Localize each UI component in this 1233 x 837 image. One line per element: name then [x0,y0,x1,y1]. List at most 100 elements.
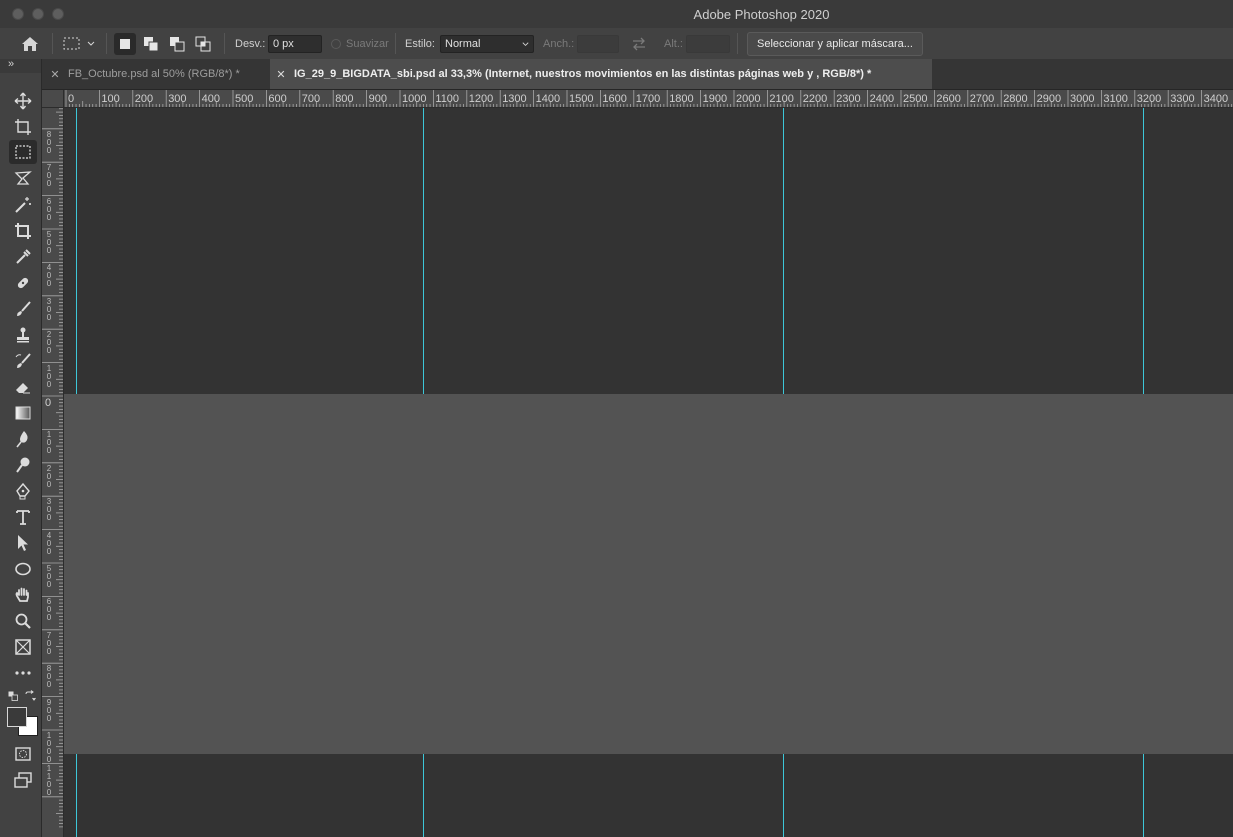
clone-stamp-tool[interactable] [9,323,37,347]
move-icon [14,92,32,110]
ruler-label: 100 [46,430,52,456]
document-tab-ig-bigdata[interactable]: ✕ IG_29_9_BIGDATA_sbi.psd al 33,3% (Inte… [270,59,932,89]
frame-tool[interactable] [9,635,37,659]
ruler-label: 2300 [836,93,861,105]
crop-tool[interactable] [9,219,37,243]
close-tab-icon[interactable]: ✕ [48,68,62,81]
ruler-label: 900 [46,697,52,723]
ruler-label: 3300 [1170,93,1195,105]
ruler-label: 700 [301,93,321,105]
healing-brush-tool[interactable] [9,271,37,295]
feather-label: Desv.: [235,37,266,50]
ruler-label: 200 [134,93,154,105]
lasso-icon [14,171,32,185]
pen-tool[interactable] [9,479,37,503]
width-label: Anch.: [543,37,575,50]
ruler-label: 400 [201,93,220,105]
ruler-label: 2900 [1036,93,1062,105]
lasso-tool[interactable] [9,166,37,190]
type-tool[interactable] [9,505,37,529]
guide-line[interactable] [1143,754,1144,837]
ruler-label: 2800 [1003,93,1028,105]
guide-line[interactable] [783,754,784,837]
style-select[interactable]: Normal [440,34,534,53]
foreground-color-swatch[interactable] [7,707,27,727]
height-label: Alt.: [664,37,683,50]
home-button[interactable] [20,28,40,59]
height-input[interactable] [686,34,730,53]
gradient-tool[interactable] [9,401,37,425]
document-tab-fb-octubre[interactable]: ✕ FB_Octubre.psd al 50% (RGB/8*) * [42,59,275,89]
guide-line[interactable] [423,108,424,394]
swap-colors-button[interactable] [24,690,36,702]
rectangular-marquee-tool[interactable] [9,140,37,164]
close-tab-icon[interactable]: ✕ [274,68,288,81]
ellipse-tool[interactable] [9,557,37,581]
selection-mode-group [114,28,214,59]
swap-arrows-icon [633,37,645,50]
home-icon [22,36,38,51]
swap-dimensions-button[interactable] [630,28,648,59]
artboard-tool[interactable] [9,115,37,139]
document-canvas-lower[interactable] [64,754,1233,837]
guide-line[interactable] [783,108,784,394]
ruler-label: 1500 [569,93,594,105]
guide-line[interactable] [76,754,77,837]
document-canvas-upper[interactable] [64,108,1233,394]
canvas-area[interactable] [64,108,1233,837]
magic-wand-tool[interactable] [9,193,37,217]
ruler-label: 3200 [1136,93,1162,105]
path-selection-tool[interactable] [9,531,37,555]
intersect-selection-button[interactable] [192,33,214,55]
dodge-icon [16,457,30,473]
new-selection-button[interactable] [114,32,136,55]
ruler-label: 600 [46,196,52,222]
eyedropper-tool[interactable] [9,245,37,269]
ruler-label: 1600 [602,93,627,105]
more-tools-button[interactable] [9,661,37,685]
history-brush-tool[interactable] [9,349,37,373]
ruler-label: 2700 [969,93,995,105]
feather-input[interactable]: 0 px [268,34,322,53]
ruler-label: 1000 [402,93,427,105]
select-and-mask-button[interactable]: Seleccionar y aplicar máscara... [747,31,923,56]
ruler-label: 2200 [802,93,828,105]
blur-tool[interactable] [9,427,37,451]
dodge-tool[interactable] [9,453,37,477]
vertical-ruler[interactable]: 8007006005004003002001000100200300400500… [42,108,64,837]
zoom-tool[interactable] [9,609,37,633]
ruler-label: 2100 [769,93,794,105]
pen-icon [16,482,30,500]
tool-preset-picker[interactable] [62,28,96,59]
ruler-label: 400 [46,263,52,289]
screen-mode-button[interactable] [9,768,37,792]
rectangular-marquee-icon [63,37,80,49]
tools-panel: » [0,58,42,837]
divider [224,33,225,54]
default-colors-button[interactable] [8,691,18,701]
tab-label: FB_Octubre.psd al 50% (RGB/8*) * [68,68,240,80]
width-input[interactable] [577,34,619,53]
horizontal-ruler[interactable]: 0 100 200 300 400 500 600 700 800 900 1000 1100 1200… [64,90,1233,108]
tools-panel-header[interactable]: » [0,58,41,73]
ruler-origin[interactable] [42,90,64,108]
collapse-panel-icon[interactable]: » [8,58,14,70]
guide-line[interactable] [76,108,77,394]
ruler-label: 2000 [736,93,761,105]
subtract-from-selection-button[interactable] [166,33,188,55]
ruler-label: 1400 [535,93,561,105]
guide-line[interactable] [1143,108,1144,394]
ruler-label: 300 [46,296,52,322]
add-to-selection-button[interactable] [140,33,162,55]
hand-tool[interactable] [9,583,37,607]
eraser-tool[interactable] [9,375,37,399]
antialias-checkbox[interactable]: Suavizar [331,28,389,59]
quick-mask-button[interactable] [9,742,37,766]
brush-tool[interactable] [9,297,37,321]
move-tool[interactable] [9,89,37,113]
guide-line[interactable] [423,754,424,837]
clone-stamp-icon [17,327,29,343]
blur-icon [16,431,28,448]
tab-label: IG_29_9_BIGDATA_sbi.psd al 33,3% (Intern… [294,68,872,80]
ruler-label: 1000 [46,731,52,764]
